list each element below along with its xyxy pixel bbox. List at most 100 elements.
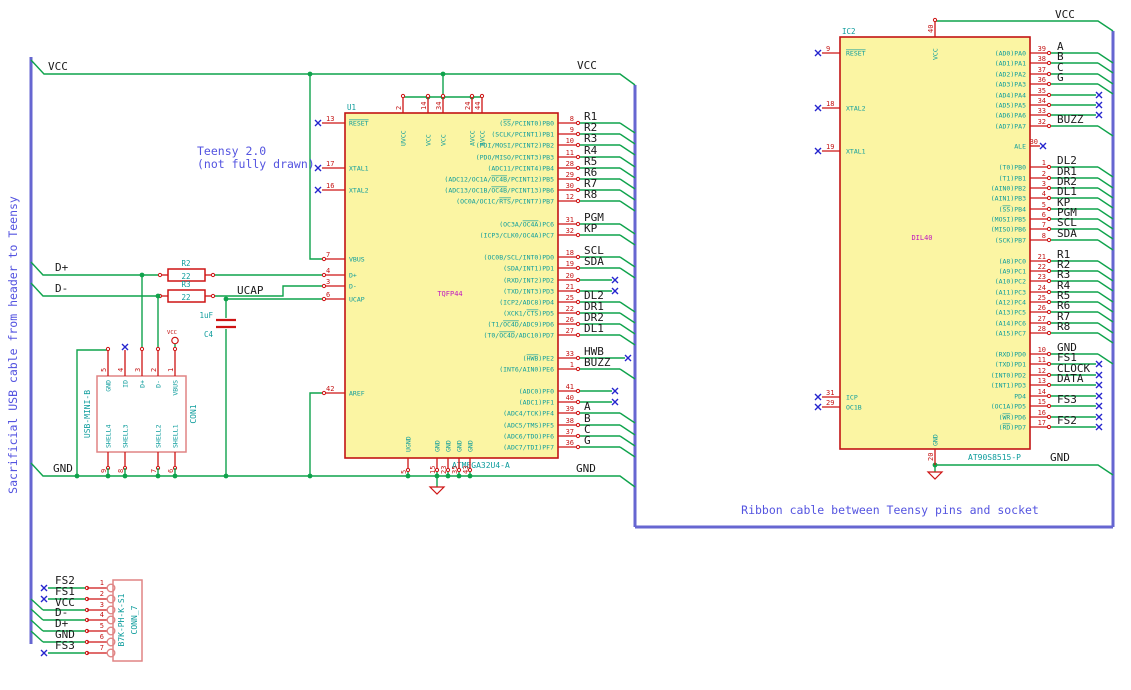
svg-text:(TXD)PD1: (TXD)PD1 <box>995 361 1026 369</box>
svg-text:16: 16 <box>326 182 334 190</box>
c4-ref: C4 <box>204 330 214 339</box>
svg-text:35: 35 <box>1038 87 1046 95</box>
svg-text:(ADC12/OC1A/OC4B/PCINT12)PB5: (ADC12/OC1A/OC4B/PCINT12)PB5 <box>444 176 554 184</box>
svg-text:(SDA/INT1)PD1: (SDA/INT1)PD1 <box>503 265 554 273</box>
svg-text:1: 1 <box>570 361 574 369</box>
svg-text:1: 1 <box>167 368 175 372</box>
gnd-symbol-u1 <box>428 486 446 495</box>
svg-text:21: 21 <box>566 283 574 291</box>
svg-text:(AD1)PA1: (AD1)PA1 <box>995 60 1026 68</box>
svg-text:GND: GND <box>467 440 475 452</box>
svg-text:(A8)PC0: (A8)PC0 <box>999 258 1026 266</box>
svg-text:5: 5 <box>400 470 408 474</box>
svg-text:(ADC4/TCK)PF4: (ADC4/TCK)PF4 <box>503 410 554 418</box>
svg-text:14: 14 <box>420 102 428 110</box>
svg-text:31: 31 <box>826 389 834 397</box>
svg-text:(SCK)PB7: (SCK)PB7 <box>995 237 1026 245</box>
svg-text:(A11)PC3: (A11)PC3 <box>995 289 1026 297</box>
svg-text:43: 43 <box>462 466 470 474</box>
svg-text:15: 15 <box>429 466 437 474</box>
dminus-label: D- <box>55 282 68 295</box>
svg-text:31: 31 <box>566 216 574 224</box>
svg-text:8: 8 <box>570 115 574 123</box>
svg-text:XTAL1: XTAL1 <box>846 148 866 156</box>
ic2-footprint: DIL40 <box>911 234 932 242</box>
svg-text:GND: GND <box>932 434 940 446</box>
svg-text:(PDI/MOSI/PCINT2)PB2: (PDI/MOSI/PCINT2)PB2 <box>476 142 554 150</box>
svg-text:4: 4 <box>1042 190 1046 198</box>
svg-text:7: 7 <box>150 469 158 473</box>
svg-text:42: 42 <box>326 385 334 393</box>
conn7-part: B7K-PH-K-S1 <box>117 593 126 646</box>
svg-text:8: 8 <box>117 469 125 473</box>
svg-text:(INT6/AIN0)PE6: (INT6/AIN0)PE6 <box>499 366 554 374</box>
svg-text:5: 5 <box>100 622 104 630</box>
gnd-label-ic2: GND <box>1050 451 1070 464</box>
ribbon-note: Ribbon cable between Teensy pins and soc… <box>741 503 1039 517</box>
svg-text:FS2: FS2 <box>1057 414 1077 427</box>
svg-text:(ADC5/TMS)PF5: (ADC5/TMS)PF5 <box>503 422 554 430</box>
svg-text:12: 12 <box>1038 367 1046 375</box>
svg-text:SHELL4: SHELL4 <box>105 424 113 448</box>
svg-text:(A9)PC1: (A9)PC1 <box>999 268 1026 276</box>
svg-text:(A15)PC7: (A15)PC7 <box>995 330 1026 338</box>
schematic-sheet: R2 22 R3 22 1uF C4 VCC VCC VCC GND GND D… <box>0 0 1131 690</box>
svg-text:G: G <box>584 434 591 447</box>
svg-text:38: 38 <box>566 417 574 425</box>
svg-text:XTAL1: XTAL1 <box>349 165 369 173</box>
svg-text:AVCC: AVCC <box>469 130 477 146</box>
svg-text:G: G <box>1057 71 1064 84</box>
svg-text:(RXD/INT2)PD2: (RXD/INT2)PD2 <box>503 277 554 285</box>
usb-value: USB-MINI-B <box>83 390 92 438</box>
svg-text:34: 34 <box>1038 97 1046 105</box>
svg-text:2: 2 <box>395 106 403 110</box>
svg-text:3: 3 <box>326 278 330 286</box>
svg-text:11: 11 <box>566 149 574 157</box>
svg-text:ICP: ICP <box>846 394 858 402</box>
svg-text:(RXD)PD0: (RXD)PD0 <box>995 351 1026 359</box>
svg-text:3: 3 <box>134 368 142 372</box>
svg-text:25: 25 <box>1038 294 1046 302</box>
svg-text:VCC: VCC <box>440 134 448 146</box>
svg-text:6: 6 <box>1042 211 1046 219</box>
svg-text:AVCC: AVCC <box>479 130 487 146</box>
teensy-note-line1: Teensy 2.0 <box>197 144 266 158</box>
svg-text:9: 9 <box>826 45 830 53</box>
svg-text:24: 24 <box>464 102 472 110</box>
svg-text:7: 7 <box>326 251 330 259</box>
teensy-note-line2: (not fully drawn) <box>197 157 315 171</box>
svg-text:(ADC6/TDO)PF6: (ADC6/TDO)PF6 <box>503 433 554 441</box>
svg-text:(INT0)PD2: (INT0)PD2 <box>991 372 1026 380</box>
svg-text:17: 17 <box>1038 419 1046 427</box>
svg-text:SHELL3: SHELL3 <box>122 424 130 448</box>
svg-text:2: 2 <box>150 368 158 372</box>
svg-text:(T1)PB1: (T1)PB1 <box>999 175 1026 183</box>
r3-ref: R3 <box>181 280 190 289</box>
gnd-label-u1: GND <box>576 462 596 475</box>
svg-text:1: 1 <box>100 579 104 587</box>
svg-text:27: 27 <box>566 327 574 335</box>
svg-text:(ICP2/ADC8)PD4: (ICP2/ADC8)PD4 <box>499 299 554 307</box>
svg-text:20: 20 <box>927 453 935 461</box>
svg-text:(ADC13/OC1B/OC4B/PCINT13)PB6: (ADC13/OC1B/OC4B/PCINT13)PB6 <box>444 187 554 195</box>
svg-text:(OC3A/OC4A)PC6: (OC3A/OC4A)PC6 <box>499 221 554 229</box>
svg-text:18: 18 <box>826 100 834 108</box>
svg-text:(HWB)PE2: (HWB)PE2 <box>523 355 554 363</box>
svg-text:4: 4 <box>326 267 330 275</box>
capacitor-c4: 1uF C4 <box>199 311 236 339</box>
svg-text:(PDO/MISO/PCINT3)PB3: (PDO/MISO/PCINT3)PB3 <box>476 154 554 162</box>
vcc-label-u1: VCC <box>577 59 597 72</box>
svg-text:19: 19 <box>566 260 574 268</box>
svg-text:26: 26 <box>1038 304 1046 312</box>
svg-text:7: 7 <box>100 644 104 652</box>
svg-text:(A10)PC2: (A10)PC2 <box>995 278 1026 286</box>
svg-text:16: 16 <box>1038 409 1046 417</box>
svg-text:6: 6 <box>100 633 104 641</box>
svg-text:20: 20 <box>566 272 574 280</box>
resistor-r3: R3 22 <box>157 280 216 303</box>
schematic-canvas: R2 22 R3 22 1uF C4 VCC VCC VCC GND GND D… <box>6 8 1115 662</box>
svg-text:VBUS: VBUS <box>349 256 365 264</box>
svg-text:10: 10 <box>1038 346 1046 354</box>
svg-text:44: 44 <box>474 102 482 110</box>
svg-text:21: 21 <box>1038 253 1046 261</box>
